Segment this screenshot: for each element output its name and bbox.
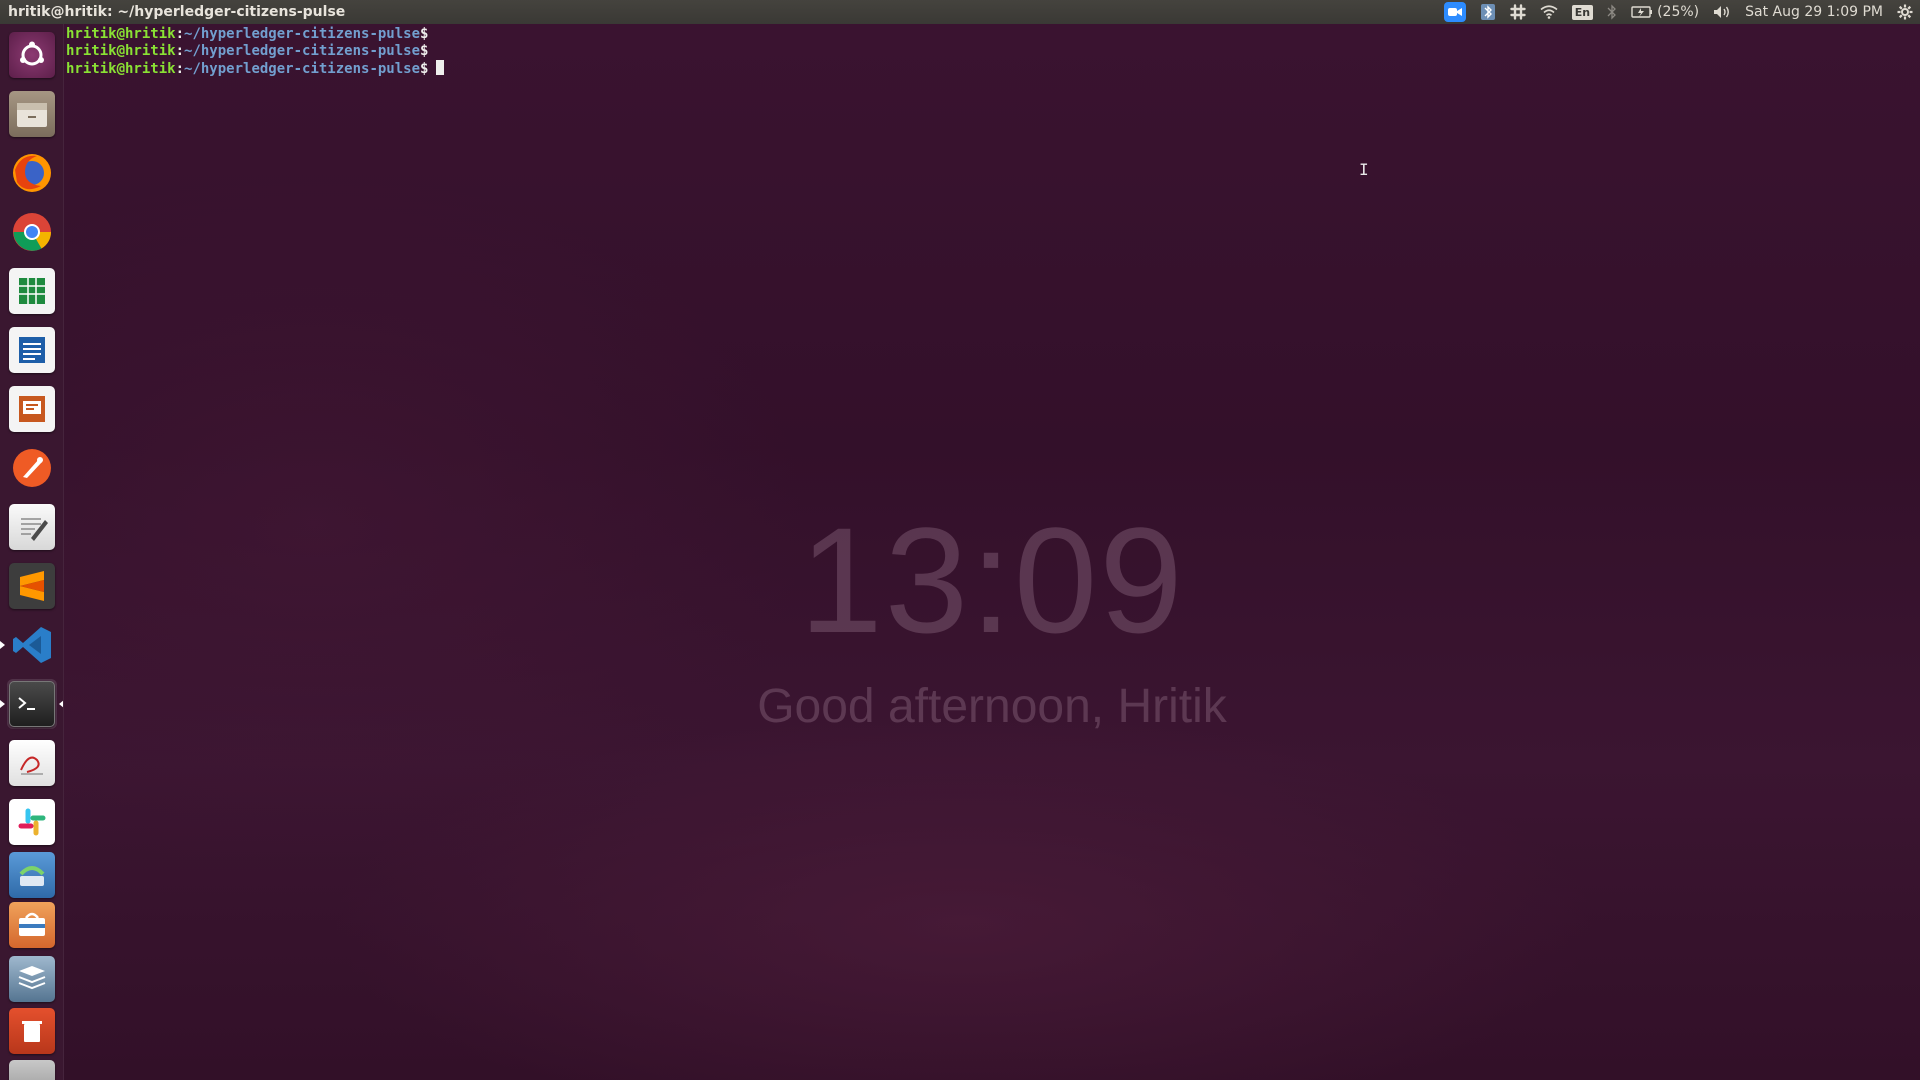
firefox-icon[interactable]: [7, 148, 57, 198]
settings-gear-icon[interactable]: [1890, 0, 1920, 24]
wifi-icon[interactable]: [1533, 0, 1565, 24]
terminal-line: hritik@hritik:~/hyperledger-citizens-pul…: [66, 43, 429, 59]
clock-datetime[interactable]: Sat Aug 29 1:09 PM: [1738, 0, 1890, 24]
bluetooth-icon[interactable]: [1600, 0, 1624, 24]
unity-launcher: [0, 24, 64, 1080]
trash-icon[interactable]: [7, 1006, 57, 1056]
battery-indicator[interactable]: (25%): [1624, 0, 1706, 24]
terminal-window[interactable]: 13:09 Good afternoon, Hritik: [64, 24, 1920, 1080]
libreoffice-impress-icon[interactable]: [7, 384, 57, 434]
volume-icon[interactable]: [1706, 0, 1738, 24]
software-updater-icon[interactable]: [7, 850, 57, 900]
zoom-tray-icon[interactable]: [1437, 0, 1473, 24]
document-viewer-icon[interactable]: [7, 738, 57, 788]
mouse-ibeam-cursor: I: [1359, 160, 1369, 179]
text-editor-icon[interactable]: [7, 502, 57, 552]
chrome-icon[interactable]: [7, 207, 57, 257]
removable-drive-icon[interactable]: [7, 1058, 57, 1080]
ubuntu-dash-icon[interactable]: [7, 30, 57, 80]
terminal-line: hritik@hritik:~/hyperledger-citizens-pul…: [66, 26, 429, 42]
bluetooth-manager-tray-icon[interactable]: [1473, 0, 1503, 24]
ghost-greeting: Good afternoon, Hritik: [757, 680, 1227, 733]
files-icon[interactable]: [7, 89, 57, 139]
terminal-prompt-line[interactable]: hritik@hritik:~/hyperledger-citizens-pul…: [66, 60, 445, 77]
stack-icon[interactable]: [7, 954, 57, 1004]
background-browser-ghost: 13:09 Good afternoon, Hritik: [64, 24, 1920, 1080]
battery-icon: [1631, 6, 1653, 18]
libreoffice-writer-icon[interactable]: [7, 325, 57, 375]
postman-icon[interactable]: [7, 443, 57, 493]
vscode-icon[interactable]: [0, 620, 57, 670]
terminal-icon[interactable]: [0, 679, 63, 729]
keyboard-layout-indicator[interactable]: En: [1565, 0, 1600, 24]
system-tray: En (25%) Sat Aug 29 1:09 PM: [1437, 0, 1920, 24]
terminal-cursor: [436, 60, 445, 75]
battery-percent: (25%): [1657, 4, 1700, 20]
sublime-text-icon[interactable]: [7, 561, 57, 611]
slack-icon[interactable]: [7, 797, 57, 847]
window-title: hritik@hritik: ~/hyperledger-citizens-pu…: [8, 4, 346, 20]
running-indicator: [0, 700, 5, 708]
running-indicator: [0, 641, 5, 649]
terminal-output[interactable]: hritik@hritik:~/hyperledger-citizens-pul…: [66, 26, 445, 77]
libreoffice-calc-icon[interactable]: [7, 266, 57, 316]
software-center-icon[interactable]: [7, 900, 57, 950]
top-panel: hritik@hritik: ~/hyperledger-citizens-pu…: [0, 0, 1920, 24]
ghost-clock: 13:09: [799, 496, 1185, 664]
slack-tray-icon[interactable]: [1503, 0, 1533, 24]
